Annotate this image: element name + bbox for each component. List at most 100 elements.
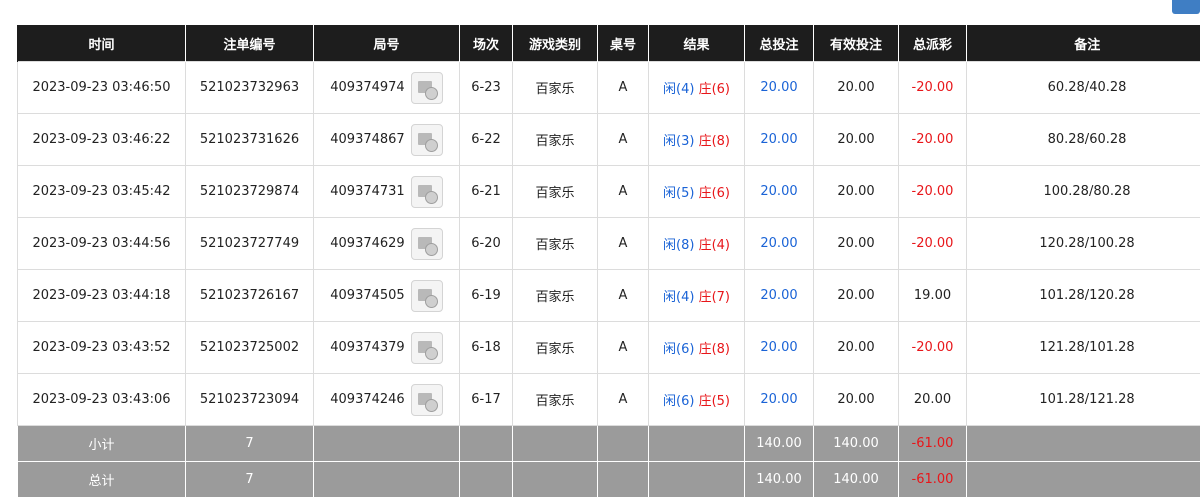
cell-round: 409374867 [314, 114, 460, 166]
empty-cell [598, 426, 649, 462]
cell-note: 60.28/40.28 [967, 62, 1200, 114]
col-header-result: 结果 [649, 25, 745, 62]
cell-result: 闲(4) 庄(6) [649, 62, 745, 114]
video-replay-icon[interactable] [411, 176, 443, 208]
table-row: 2023-09-23 03:43:52521023725002 409374379… [18, 322, 1200, 374]
result-banker: 庄(6) [699, 82, 730, 97]
total-total-bet: 140.00 [745, 462, 814, 498]
total-count: 7 [186, 462, 314, 498]
cell-payout: -20.00 [899, 114, 967, 166]
round-number: 409374379 [330, 340, 404, 355]
empty-cell [598, 462, 649, 498]
cell-total-bet: 20.00 [745, 374, 814, 426]
cell-table: A [598, 374, 649, 426]
cell-payout: -20.00 [899, 322, 967, 374]
cell-note: 100.28/80.28 [967, 166, 1200, 218]
cell-result: 闲(6) 庄(8) [649, 322, 745, 374]
total-payout: -61.00 [899, 462, 967, 498]
video-replay-icon[interactable] [411, 124, 443, 156]
cell-time: 2023-09-23 03:46:22 [18, 114, 186, 166]
result-player: 闲(3) [663, 134, 694, 149]
cell-payout: -20.00 [899, 166, 967, 218]
cell-game: 百家乐 [513, 270, 598, 322]
col-header-game: 游戏类别 [513, 25, 598, 62]
result-banker: 庄(4) [699, 238, 730, 253]
cell-game: 百家乐 [513, 218, 598, 270]
subtotal-payout: -61.00 [899, 426, 967, 462]
video-replay-icon[interactable] [411, 384, 443, 416]
empty-cell [967, 462, 1200, 498]
cell-scene: 6-18 [460, 322, 513, 374]
video-replay-icon[interactable] [411, 228, 443, 260]
table-row: 2023-09-23 03:43:06521023723094409374246… [18, 374, 1200, 426]
cell-table: A [598, 62, 649, 114]
top-right-button[interactable] [1172, 0, 1200, 14]
cell-table: A [598, 114, 649, 166]
cell-table: A [598, 166, 649, 218]
result-banker: 庄(8) [699, 134, 730, 149]
cell-bet-no: 521023727749 [186, 218, 314, 270]
result-player: 闲(6) [663, 394, 694, 409]
cell-round: 409374629 [314, 218, 460, 270]
cell-time: 2023-09-23 03:43:52 [18, 322, 186, 374]
empty-cell [460, 462, 513, 498]
cell-result: 闲(5) 庄(6) [649, 166, 745, 218]
round-number: 409374867 [330, 132, 404, 147]
subtotal-label: 小计 [18, 426, 186, 462]
result-banker: 庄(5) [699, 394, 730, 409]
round-number: 409374974 [330, 80, 404, 95]
col-header-round: 局号 [314, 25, 460, 62]
video-replay-icon[interactable] [411, 332, 443, 364]
cell-scene: 6-22 [460, 114, 513, 166]
cell-table: A [598, 218, 649, 270]
col-header-total-bet: 总投注 [745, 25, 814, 62]
header-row: 时间 注单编号 局号 场次 游戏类别 桌号 结果 总投注 有效投注 总派彩 备注 [18, 25, 1200, 62]
empty-cell [513, 426, 598, 462]
result-banker: 庄(7) [699, 290, 730, 305]
subtotal-count: 7 [186, 426, 314, 462]
cell-note: 120.28/100.28 [967, 218, 1200, 270]
cell-note: 80.28/60.28 [967, 114, 1200, 166]
cell-game: 百家乐 [513, 166, 598, 218]
cell-payout: 20.00 [899, 374, 967, 426]
round-number: 409374505 [330, 288, 404, 303]
cell-scene: 6-19 [460, 270, 513, 322]
cell-scene: 6-17 [460, 374, 513, 426]
cell-scene: 6-20 [460, 218, 513, 270]
video-replay-icon[interactable] [411, 280, 443, 312]
cell-game: 百家乐 [513, 322, 598, 374]
cell-scene: 6-21 [460, 166, 513, 218]
cell-total-bet: 20.00 [745, 218, 814, 270]
col-header-valid-bet: 有效投注 [814, 25, 899, 62]
empty-cell [314, 462, 460, 498]
cell-result: 闲(4) 庄(7) [649, 270, 745, 322]
subtotal-valid-bet: 140.00 [814, 426, 899, 462]
subtotal-row: 小计 7 140.00 140.00 -61.00 [18, 426, 1200, 462]
empty-cell [649, 462, 745, 498]
empty-cell [314, 426, 460, 462]
video-replay-icon[interactable] [411, 72, 443, 104]
table-row: 2023-09-23 03:44:18521023726167409374505… [18, 270, 1200, 322]
cell-valid-bet: 20.00 [814, 62, 899, 114]
cell-valid-bet: 20.00 [814, 322, 899, 374]
cell-round: 409374246 [314, 374, 460, 426]
cell-note: 101.28/121.28 [967, 374, 1200, 426]
cell-scene: 6-23 [460, 62, 513, 114]
bet-record-table-container: 时间 注单编号 局号 场次 游戏类别 桌号 结果 总投注 有效投注 总派彩 备注… [17, 25, 1200, 498]
col-header-time: 时间 [18, 25, 186, 62]
cell-total-bet: 20.00 [745, 62, 814, 114]
cell-round: 409374379 [314, 322, 460, 374]
col-header-table: 桌号 [598, 25, 649, 62]
round-number: 409374629 [330, 236, 404, 251]
cell-game: 百家乐 [513, 114, 598, 166]
result-player: 闲(6) [663, 342, 694, 357]
table-row: 2023-09-23 03:45:42521023729874409374731… [18, 166, 1200, 218]
cell-valid-bet: 20.00 [814, 218, 899, 270]
cell-payout: 19.00 [899, 270, 967, 322]
cell-time: 2023-09-23 03:45:42 [18, 166, 186, 218]
cell-bet-no: 521023725002 [186, 322, 314, 374]
cell-valid-bet: 20.00 [814, 270, 899, 322]
cell-round: 409374731 [314, 166, 460, 218]
total-label: 总计 [18, 462, 186, 498]
cell-table: A [598, 322, 649, 374]
